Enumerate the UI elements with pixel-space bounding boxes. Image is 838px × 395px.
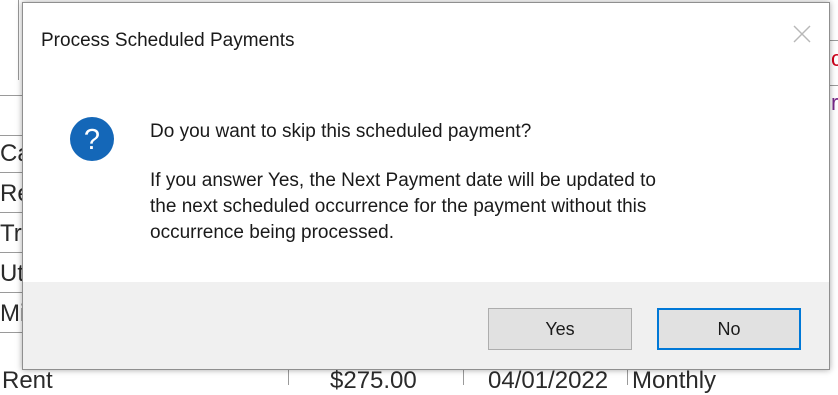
bg-grid-line (0, 292, 22, 293)
yes-button[interactable]: Yes (488, 308, 632, 350)
bg-grid-line (0, 212, 22, 213)
bg-row-label: Ut (0, 260, 22, 287)
dialog-message-secondary: If you answer Yes, the Next Payment date… (150, 168, 656, 246)
bg-row-label: Mi (0, 300, 22, 327)
message-dialog: Process Scheduled Payments ? Do you want… (22, 2, 830, 370)
bg-column-divider (463, 370, 464, 385)
svg-text:?: ? (84, 124, 100, 156)
bg-bottom-row-label: Rent (2, 367, 53, 394)
no-button[interactable]: No (657, 308, 801, 350)
bg-bottom-row-frequency: Monthly (632, 367, 717, 394)
bg-column-divider (288, 370, 289, 385)
bg-grid-line (18, 0, 19, 80)
dialog-message-line: If you answer Yes, the Next Payment date… (150, 170, 656, 191)
bg-grid-line (0, 95, 22, 96)
bg-column-divider (627, 370, 628, 385)
dialog-message-line: the next scheduled occurrence for the pa… (150, 196, 647, 217)
bg-right-glyph: r (831, 90, 838, 115)
dialog-message-primary: Do you want to skip this scheduled payme… (150, 121, 532, 142)
bg-row-label: Re (0, 180, 22, 207)
dialog-title: Process Scheduled Payments (41, 30, 295, 51)
close-button[interactable] (785, 17, 819, 51)
bg-grid-line (0, 252, 22, 253)
bg-grid-line (830, 85, 838, 86)
bg-bottom-row-amount: $275.00 (330, 367, 417, 394)
close-icon (793, 25, 811, 43)
bg-row-label: Ca (0, 140, 22, 167)
question-icon: ? (70, 117, 114, 161)
bg-grid-line (830, 40, 838, 41)
bg-row-label: Tr (0, 220, 22, 247)
bg-bottom-row-date: 04/01/2022 (488, 367, 609, 394)
bg-grid-line (0, 135, 22, 136)
bg-grid-line (0, 332, 22, 333)
bg-grid-line (0, 172, 22, 173)
dialog-message-line: occurrence being processed. (150, 222, 394, 243)
dialog-button-bar: Yes No (23, 282, 829, 369)
bg-right-glyph: c (831, 46, 838, 71)
